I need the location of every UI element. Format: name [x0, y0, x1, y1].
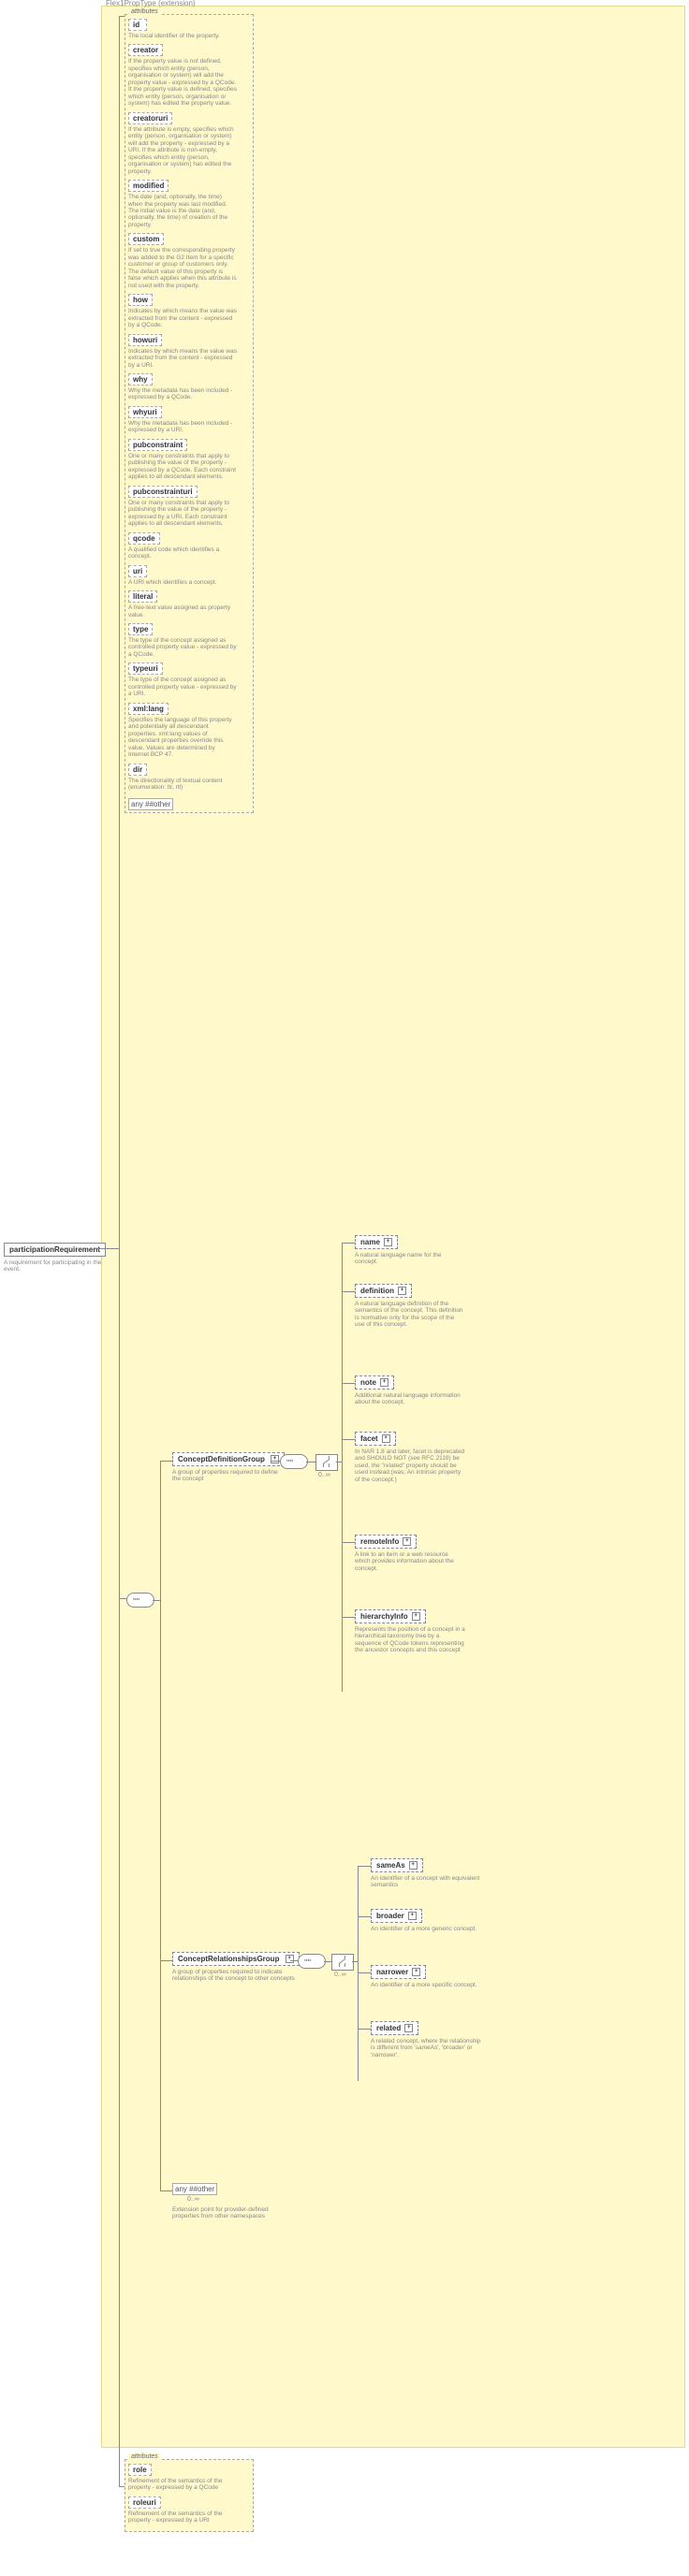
expand-icon[interactable]: + [286, 1955, 294, 1963]
attr-literal-desc: A free-text value assigned as property v… [128, 604, 237, 619]
attr-role-desc: Refinement of the semantics of the prope… [128, 2478, 237, 2492]
attr-typeuri: typeuri [128, 662, 163, 675]
extension-label: Flex1PropType (extension) [106, 0, 196, 7]
attr-pubconstrainturi: pubconstrainturi [128, 486, 198, 498]
sequence-main [126, 1593, 154, 1608]
attr-xml-lang: xml:lang [128, 703, 169, 715]
body-any-desc: Extension point for provider-defined pro… [172, 2206, 294, 2220]
child-broader[interactable]: broader+ [371, 1909, 422, 1923]
bottom-attributes-box: role Refinement of the semantics of the … [125, 2459, 254, 2532]
attr-whyuri: whyuri [128, 406, 162, 418]
child-name-desc: A natural language name for the concept. [355, 1252, 465, 1266]
attr-role: role [128, 2464, 152, 2476]
cdg-seq [280, 1454, 308, 1469]
expand-icon[interactable]: + [380, 1378, 388, 1387]
expand-icon[interactable]: + [271, 1455, 279, 1463]
expand-icon[interactable]: + [412, 1968, 420, 1976]
child-note[interactable]: note+ [355, 1375, 394, 1390]
body-any: any ##other [172, 2183, 217, 2195]
attr-type: type [128, 623, 153, 635]
child-hierarchyInfo[interactable]: hierarchyInfo+ [355, 1609, 426, 1623]
child-remoteInfo[interactable]: remoteInfo+ [355, 1535, 417, 1549]
expand-icon[interactable]: + [409, 1861, 418, 1870]
expand-icon[interactable]: + [408, 1912, 417, 1920]
attr-creator: creator [128, 44, 163, 56]
attr-id: id [128, 19, 147, 31]
crg-seq [298, 1954, 326, 1969]
attr-whyuri-desc: Why the metadata has been included - exp… [128, 420, 237, 434]
expand-icon[interactable]: + [382, 1434, 390, 1443]
expand-icon[interactable]: + [398, 1287, 406, 1295]
attr-uri: uri [128, 565, 147, 577]
concept-definition-group[interactable]: ConceptDefinitionGroup + [172, 1452, 285, 1466]
crg-card: 0..∞ [334, 1972, 346, 1978]
child-broader-desc: An identifier of a more generic concept. [371, 1926, 481, 1932]
attr-id-desc: The local identifier of the property. [128, 33, 237, 39]
attr-uri-desc: A URI which identifies a concept. [128, 579, 237, 586]
attr-how: how [128, 294, 153, 306]
attr-pubconstraint: pubconstraint [128, 439, 187, 451]
expand-icon[interactable]: + [403, 1537, 411, 1546]
child-sameAs[interactable]: sameAs+ [371, 1858, 423, 1872]
attr-type-desc: The type of the concept assigned as cont… [128, 637, 237, 658]
child-narrower-desc: An identifier of a more specific concept… [371, 1982, 481, 1988]
attr-roleuri-desc: Refinement of the semantics of the prope… [128, 2511, 237, 2525]
attr-custom-desc: If set to true the corresponding propert… [128, 247, 237, 289]
top-attributes-box: id The local identifier of the property.… [125, 14, 254, 813]
child-facet[interactable]: facet+ [355, 1432, 396, 1446]
attr-xml-lang-desc: Specifies the language of this property … [128, 717, 237, 759]
attr-why: why [128, 373, 153, 386]
diagram-root: Flex1PropType (extension) participationR… [0, 0, 689, 2576]
attr-how-desc: Indicates by which means the value was e… [128, 308, 237, 328]
attr-modified: modified [128, 180, 169, 192]
attr-creatoruri-desc: If the attribute is empty, specifies whi… [128, 126, 237, 175]
attr-why-desc: Why the metadata has been included - exp… [128, 387, 237, 401]
root-label: participationRequirement [9, 1245, 100, 1254]
attr-howuri: howuri [128, 334, 162, 346]
child-definition-desc: A natural language definition of the sem… [355, 1301, 465, 1329]
expand-icon[interactable]: + [384, 1238, 392, 1246]
attr-creator-desc: If the property value is not defined, sp… [128, 58, 237, 107]
attr-qcode-desc: A qualified code which identifies a conc… [128, 546, 237, 560]
child-sameAs-desc: An identifier of a concept with equivale… [371, 1875, 481, 1889]
attr-creatoruri: creatoruri [128, 112, 172, 124]
child-name[interactable]: name+ [355, 1235, 398, 1249]
expand-icon[interactable]: + [412, 1612, 420, 1621]
attr-roleuri: roleuri [128, 2496, 161, 2509]
crg-desc: A group of properties required to indica… [172, 1969, 303, 1983]
cdg-label: ConceptDefinitionGroup [178, 1455, 265, 1463]
child-facet-desc: In NAR 1.8 and later, facet is deprecate… [355, 1448, 465, 1483]
root-element: participationRequirement [4, 1243, 106, 1257]
child-definition[interactable]: definition+ [355, 1284, 412, 1298]
attr-typeuri-desc: The type of the concept assigned as cont… [128, 677, 237, 697]
body-any-card: 0..∞ [187, 2196, 199, 2203]
attr-modified-desc: The date (and, optionally, the time) whe… [128, 194, 237, 228]
attr-custom: custom [128, 233, 164, 245]
child-related-desc: A related concept, where the relationshi… [371, 2038, 481, 2059]
attr-dir-desc: The directionality of textual content (e… [128, 778, 237, 792]
cdg-choice [315, 1454, 338, 1471]
child-narrower[interactable]: narrower+ [371, 1965, 426, 1979]
crg-label: ConceptRelationshipsGroup [178, 1955, 279, 1963]
child-related[interactable]: related+ [371, 2021, 418, 2035]
crg-choice [331, 1954, 354, 1971]
attr-pubconstraint-desc: One or many constraints that apply to pu… [128, 453, 237, 481]
attr-dir: dir [128, 764, 147, 776]
top-any: any ##other [128, 798, 173, 810]
attr-howuri-desc: Indicates by which means the value was e… [128, 348, 237, 369]
cdg-desc: A group of properties required to define… [172, 1469, 285, 1483]
attr-literal: literal [128, 590, 157, 603]
child-hierarchyInfo-desc: Represents the position of a concept in … [355, 1626, 465, 1654]
cdg-card: 0..∞ [318, 1472, 330, 1478]
expand-icon[interactable]: + [404, 2024, 413, 2032]
concept-relationships-group[interactable]: ConceptRelationshipsGroup + [172, 1952, 300, 1966]
attr-pubconstrainturi-desc: One or many constraints that apply to pu… [128, 500, 237, 528]
child-note-desc: Additional natural language information … [355, 1392, 465, 1406]
child-remoteInfo-desc: A link to an item or a web resource whic… [355, 1551, 465, 1572]
attr-qcode: qcode [128, 532, 160, 545]
root-desc: A requirement for participating in the e… [4, 1259, 103, 1273]
